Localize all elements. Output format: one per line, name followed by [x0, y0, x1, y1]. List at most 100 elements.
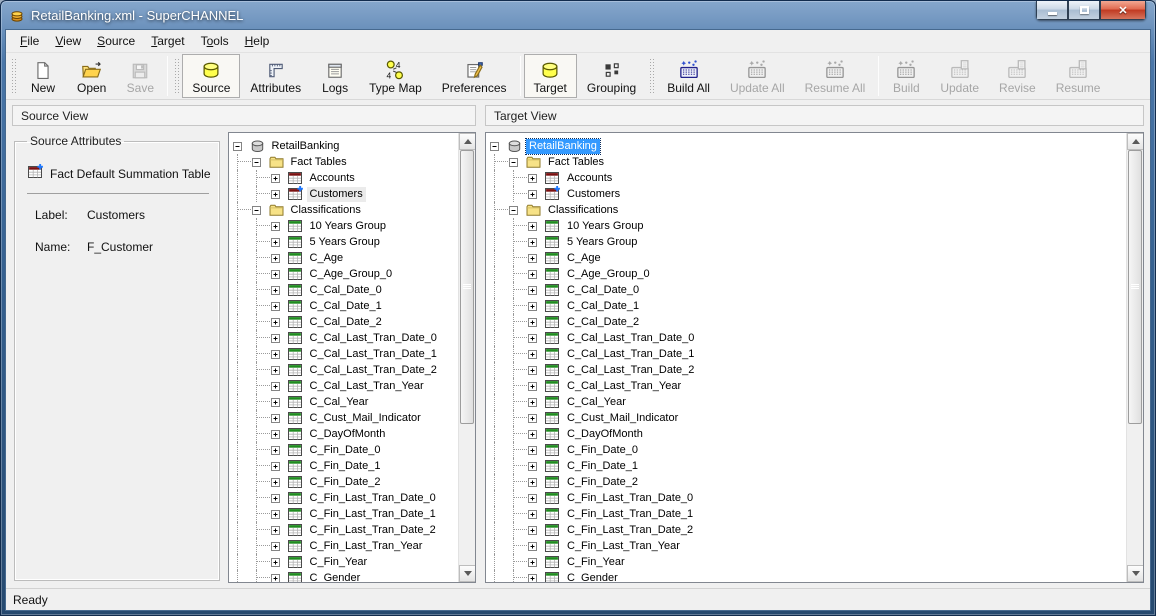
tree-item-c-dayofmonth[interactable]: C_DayOfMonth	[233, 426, 458, 442]
tree-item-c-cust-mail-indicator[interactable]: C_Cust_Mail_Indicator	[490, 410, 1126, 426]
tree-item-label[interactable]: C_Fin_Date_0	[564, 443, 641, 458]
tree-item-label[interactable]: C_Fin_Year	[564, 555, 628, 570]
tree-item-c-cal-last-tran-date-1[interactable]: C_Cal_Last_Tran_Date_1	[490, 346, 1126, 362]
toolbar-button-type-map[interactable]: 44Type Map	[359, 54, 432, 98]
toolbar-button-resume[interactable]: Resume	[1046, 54, 1111, 98]
tree-item-label[interactable]: C_Cal_Date_1	[564, 299, 642, 314]
toolbar-button-build-all[interactable]: Build All	[657, 54, 720, 98]
expander-minus-icon[interactable]	[509, 206, 525, 215]
tree-item-c-cal-date-0[interactable]: C_Cal_Date_0	[233, 282, 458, 298]
expander-plus-icon[interactable]	[528, 318, 544, 327]
tree-item-label[interactable]: C_Cal_Last_Tran_Year	[564, 379, 684, 394]
tree-item-label[interactable]: C_Fin_Year	[307, 555, 371, 570]
expander-plus-icon[interactable]	[528, 254, 544, 263]
tree-item-label[interactable]: C_Cal_Last_Tran_Year	[307, 379, 427, 394]
tree-item-c-cal-last-tran-year[interactable]: C_Cal_Last_Tran_Year	[490, 378, 1126, 394]
toolbar-button-preferences[interactable]: Preferences	[432, 54, 517, 98]
toolbar-button-open[interactable]: Open	[67, 54, 116, 98]
tree-item-label[interactable]: C_Fin_Date_1	[564, 459, 641, 474]
expander-minus-icon[interactable]	[490, 142, 506, 151]
expander-minus-icon[interactable]	[509, 158, 525, 167]
expander-plus-icon[interactable]	[271, 382, 287, 391]
tree-item-c-fin-last-tran-date-0[interactable]: C_Fin_Last_Tran_Date_0	[233, 490, 458, 506]
expander-plus-icon[interactable]	[271, 334, 287, 343]
tree-item-label[interactable]: C_DayOfMonth	[307, 427, 389, 442]
tree-item-label[interactable]: C_Cust_Mail_Indicator	[307, 411, 424, 426]
expander-plus-icon[interactable]	[528, 478, 544, 487]
tree-item-retailbanking[interactable]: RetailBanking	[490, 138, 1126, 154]
expander-plus-icon[interactable]	[271, 270, 287, 279]
tree-item-c-cal-date-2[interactable]: C_Cal_Date_2	[490, 314, 1126, 330]
tree-item-c-cal-last-tran-date-0[interactable]: C_Cal_Last_Tran_Date_0	[233, 330, 458, 346]
tree-item-label[interactable]: C_DayOfMonth	[564, 427, 646, 442]
tree-item-label[interactable]: C_Cal_Last_Tran_Date_1	[307, 347, 440, 362]
tree-item-c-cust-mail-indicator[interactable]: C_Cust_Mail_Indicator	[233, 410, 458, 426]
tree-item-label[interactable]: C_Fin_Last_Tran_Date_0	[564, 491, 696, 506]
tree-item-c-cal-date-1[interactable]: C_Cal_Date_1	[490, 298, 1126, 314]
expander-plus-icon[interactable]	[271, 302, 287, 311]
menu-item-source[interactable]: Source	[89, 31, 143, 51]
tree-item-c-fin-last-tran-date-1[interactable]: C_Fin_Last_Tran_Date_1	[233, 506, 458, 522]
title-bar[interactable]: RetailBanking.xml - SuperCHANNEL ✕	[1, 1, 1155, 29]
tree-item-label[interactable]: C_Fin_Date_0	[307, 443, 384, 458]
menu-item-view[interactable]: View	[47, 31, 89, 51]
expander-plus-icon[interactable]	[271, 430, 287, 439]
maximize-button[interactable]	[1068, 1, 1100, 20]
toolbar-drag-handle[interactable]	[174, 57, 179, 95]
expander-plus-icon[interactable]	[271, 366, 287, 375]
expander-plus-icon[interactable]	[528, 302, 544, 311]
tree-item-fact-tables[interactable]: Fact Tables	[490, 154, 1126, 170]
scroll-up-arrow-icon[interactable]	[1127, 133, 1144, 150]
tree-item-label[interactable]: RetailBanking	[526, 139, 600, 154]
toolbar-button-save[interactable]: Save	[116, 54, 164, 98]
expander-plus-icon[interactable]	[528, 526, 544, 535]
expander-plus-icon[interactable]	[271, 478, 287, 487]
tree-item-label[interactable]: C_Age_Group_0	[307, 267, 396, 282]
expander-plus-icon[interactable]	[528, 286, 544, 295]
expander-plus-icon[interactable]	[271, 558, 287, 567]
tree-item-label[interactable]: C_Age	[564, 251, 604, 266]
tree-item-label[interactable]: C_Fin_Date_1	[307, 459, 384, 474]
tree-item-label[interactable]: C_Cal_Last_Tran_Date_2	[307, 363, 440, 378]
tree-item-c-fin-last-tran-year[interactable]: C_Fin_Last_Tran_Year	[233, 538, 458, 554]
expander-plus-icon[interactable]	[271, 526, 287, 535]
expander-plus-icon[interactable]	[271, 494, 287, 503]
tree-item-accounts[interactable]: Accounts	[490, 170, 1126, 186]
tree-item-classifications[interactable]: Classifications	[490, 202, 1126, 218]
tree-item-label[interactable]: C_Cust_Mail_Indicator	[564, 411, 681, 426]
tree-item-c-gender[interactable]: C_Gender	[490, 570, 1126, 582]
tree-item-label[interactable]: C_Fin_Last_Tran_Year	[307, 539, 426, 554]
expander-plus-icon[interactable]	[528, 334, 544, 343]
tree-item-c-fin-last-tran-date-2[interactable]: C_Fin_Last_Tran_Date_2	[233, 522, 458, 538]
tree-item-c-fin-date-2[interactable]: C_Fin_Date_2	[233, 474, 458, 490]
tree-item-c-cal-year[interactable]: C_Cal_Year	[490, 394, 1126, 410]
minimize-button[interactable]	[1036, 1, 1068, 20]
toolbar-button-resume-all[interactable]: Resume All	[795, 54, 876, 98]
expander-plus-icon[interactable]	[528, 542, 544, 551]
expander-minus-icon[interactable]	[252, 158, 268, 167]
tree-item-label[interactable]: RetailBanking	[269, 139, 343, 154]
expander-plus-icon[interactable]	[528, 574, 544, 583]
tree-item-label[interactable]: C_Cal_Date_0	[307, 283, 385, 298]
tree-item-label[interactable]: 5 Years Group	[564, 235, 640, 250]
tree-item-c-cal-last-tran-date-2[interactable]: C_Cal_Last_Tran_Date_2	[233, 362, 458, 378]
tree-item-label[interactable]: C_Cal_Date_1	[307, 299, 385, 314]
tree-item-label[interactable]: C_Cal_Last_Tran_Date_0	[564, 331, 697, 346]
scroll-up-arrow-icon[interactable]	[459, 133, 476, 150]
expander-plus-icon[interactable]	[528, 398, 544, 407]
tree-item-label[interactable]: C_Fin_Last_Tran_Date_2	[564, 523, 696, 538]
scroll-down-arrow-icon[interactable]	[459, 565, 476, 582]
tree-item-10-years-group[interactable]: 10 Years Group	[233, 218, 458, 234]
tree-item-c-fin-last-tran-year[interactable]: C_Fin_Last_Tran_Year	[490, 538, 1126, 554]
expander-plus-icon[interactable]	[271, 190, 287, 199]
toolbar-button-attributes[interactable]: Attributes	[240, 54, 311, 98]
expander-plus-icon[interactable]	[528, 382, 544, 391]
tree-item-c-cal-last-tran-date-2[interactable]: C_Cal_Last_Tran_Date_2	[490, 362, 1126, 378]
tree-item-label[interactable]: 10 Years Group	[307, 219, 389, 234]
expander-plus-icon[interactable]	[528, 414, 544, 423]
expander-minus-icon[interactable]	[252, 206, 268, 215]
tree-item-c-cal-date-2[interactable]: C_Cal_Date_2	[233, 314, 458, 330]
tree-item-c-gender[interactable]: C_Gender	[233, 570, 458, 582]
expander-plus-icon[interactable]	[271, 318, 287, 327]
expander-plus-icon[interactable]	[271, 542, 287, 551]
